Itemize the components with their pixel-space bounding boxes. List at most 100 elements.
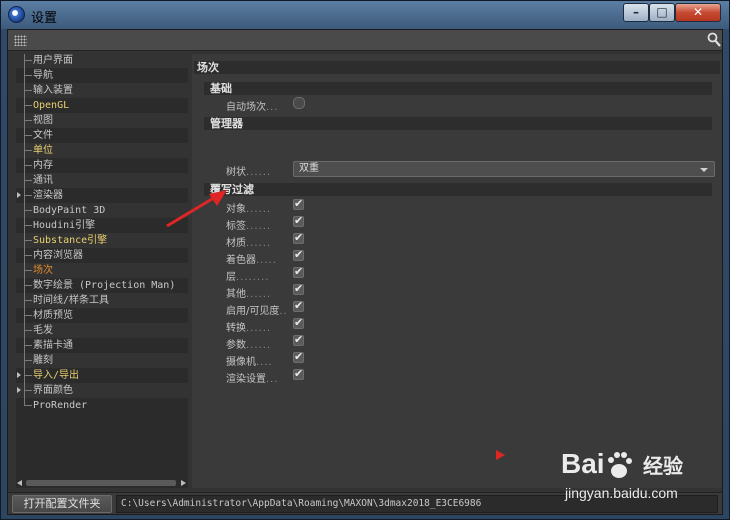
- grip-icon[interactable]: [14, 35, 27, 46]
- app-logo-icon: [8, 6, 25, 23]
- override-filter-dots: ......: [246, 323, 272, 334]
- red-play-icon: [496, 450, 505, 460]
- tree-item[interactable]: 输入装置: [16, 83, 188, 98]
- tree-item-label: BodyPaint 3D: [33, 205, 106, 216]
- override-filter-dots: ...: [266, 374, 279, 385]
- tree-item[interactable]: ProRender: [16, 398, 188, 413]
- tree-item-label: 渲染器: [33, 190, 63, 201]
- tree-item[interactable]: 内存: [16, 158, 188, 173]
- expand-arrow-icon[interactable]: [17, 387, 21, 393]
- tree-item-label: 场次: [33, 265, 53, 276]
- tree-item[interactable]: 场次: [16, 263, 188, 278]
- override-filter-dots: ......: [246, 204, 272, 215]
- tree-branch-line: [24, 173, 32, 181]
- override-filter-checkbox[interactable]: [293, 248, 304, 261]
- tree-item[interactable]: 界面颜色: [16, 383, 188, 398]
- override-filter-label-text: 材质: [226, 238, 246, 249]
- override-filter-checkbox[interactable]: [293, 333, 304, 346]
- override-filter-label-text: 参数: [226, 340, 246, 351]
- tree-item-label: 文件: [33, 130, 53, 141]
- override-filter-checkbox[interactable]: [293, 231, 304, 244]
- tree-item[interactable]: 用户界面: [16, 54, 188, 68]
- override-filter-checkbox[interactable]: [293, 282, 304, 295]
- tree-vertical-line: [24, 90, 25, 98]
- tree-vertical-line: [24, 195, 25, 203]
- override-filter-checkbox[interactable]: [293, 265, 304, 278]
- tree-branch-line: [24, 188, 32, 196]
- settings-tree[interactable]: 用户界面导航输入装置 OpenGL 视图文件单位内存通讯渲染器 BodyPaint 3…: [16, 54, 188, 488]
- override-filter-checkbox[interactable]: [293, 350, 304, 363]
- tree-item-label: Substance引擎: [33, 235, 108, 246]
- scrollbar-thumb[interactable]: [26, 480, 176, 486]
- expand-arrow-icon[interactable]: [17, 192, 21, 198]
- tree-item[interactable]: 内容浏览器: [16, 248, 188, 263]
- override-filter-checkbox[interactable]: [293, 214, 304, 227]
- override-filter-checkbox[interactable]: [293, 316, 304, 329]
- tree-vertical-line: [24, 180, 25, 188]
- tree-item-label: ProRender: [33, 400, 88, 411]
- search-icon[interactable]: [707, 32, 721, 48]
- title-bar[interactable]: 设置 – □ ✕: [1, 1, 729, 29]
- tree-vertical-line: [24, 240, 25, 248]
- override-filter-label-text: 摄像机: [226, 357, 256, 368]
- tree-item-label: 通讯: [33, 175, 53, 186]
- svg-text:Bai: Bai: [561, 448, 605, 479]
- tree-item[interactable]: 材质预览: [16, 308, 188, 323]
- tree-item-label: 界面颜色: [33, 385, 73, 396]
- tree-vertical-line: [24, 270, 25, 278]
- tree-horizontal-scrollbar[interactable]: [16, 478, 188, 488]
- close-button[interactable]: ✕: [675, 3, 721, 22]
- tree-item[interactable]: 数字绘景 (Projection Man): [16, 278, 188, 293]
- open-config-folder-button[interactable]: 打开配置文件夹: [12, 495, 112, 513]
- override-filter-checkbox[interactable]: [293, 197, 304, 210]
- override-filter-label-text: 转换: [226, 323, 246, 334]
- tree-item[interactable]: 导入/导出: [16, 368, 188, 383]
- group-basic-header: 基础: [204, 82, 712, 95]
- tree-vertical-line: [24, 360, 25, 368]
- tree-item[interactable]: 视图: [16, 113, 188, 128]
- tree-item-label: 时间线/样条工具: [33, 295, 110, 306]
- tree-item[interactable]: 雕刻: [16, 353, 188, 368]
- tree-item-label: 用户界面: [33, 55, 73, 66]
- minimize-button[interactable]: –: [623, 3, 649, 22]
- tree-item[interactable]: 单位: [16, 143, 188, 158]
- override-filter-label: 其他......: [226, 285, 271, 300]
- tree-item[interactable]: 毛发: [16, 323, 188, 338]
- tree-branch-line: [24, 233, 32, 241]
- tree-item[interactable]: OpenGL: [16, 98, 188, 113]
- override-filter-dots: ........: [236, 272, 270, 283]
- override-filter-checkbox[interactable]: [293, 299, 304, 312]
- watermark-url: jingyan.baidu.com: [565, 485, 678, 501]
- scroll-right-icon[interactable]: [181, 480, 186, 486]
- tree-vertical-line: [24, 345, 25, 353]
- window-title: 设置: [31, 11, 58, 26]
- tree-item-label: 内存: [33, 160, 53, 171]
- auto-take-checkbox[interactable]: [293, 97, 305, 109]
- tree-item-label: 导航: [33, 70, 53, 81]
- tree-item[interactable]: 素描卡通: [16, 338, 188, 353]
- override-filter-dots: ..: [279, 306, 288, 317]
- toolbar: [8, 30, 722, 51]
- tree-item[interactable]: 时间线/样条工具: [16, 293, 188, 308]
- tree-vertical-line: [24, 165, 25, 173]
- tree-item-label: OpenGL: [33, 100, 70, 111]
- tree-item[interactable]: 导航: [16, 68, 188, 83]
- tree-branch-line: [24, 293, 32, 301]
- tree-item[interactable]: Substance引擎: [16, 233, 188, 248]
- maximize-button[interactable]: □: [649, 3, 675, 22]
- override-filter-checkbox[interactable]: [293, 367, 304, 380]
- tree-vertical-line: [24, 315, 25, 323]
- tree-vertical-line: [24, 60, 25, 68]
- tree-mode-select[interactable]: 双重: [293, 161, 715, 177]
- tree-item-label: 内容浏览器: [33, 250, 83, 261]
- tree-branch-line: [24, 98, 32, 106]
- tree-vertical-line: [24, 255, 25, 263]
- panel-title: 场次: [194, 61, 720, 74]
- override-filter-label: 层........: [226, 268, 269, 283]
- tree-item-label: 雕刻: [33, 355, 53, 366]
- tree-branch-line: [24, 68, 32, 76]
- scroll-left-icon[interactable]: [17, 480, 22, 486]
- tree-branch-line: [24, 368, 32, 376]
- expand-arrow-icon[interactable]: [17, 372, 21, 378]
- tree-item[interactable]: 文件: [16, 128, 188, 143]
